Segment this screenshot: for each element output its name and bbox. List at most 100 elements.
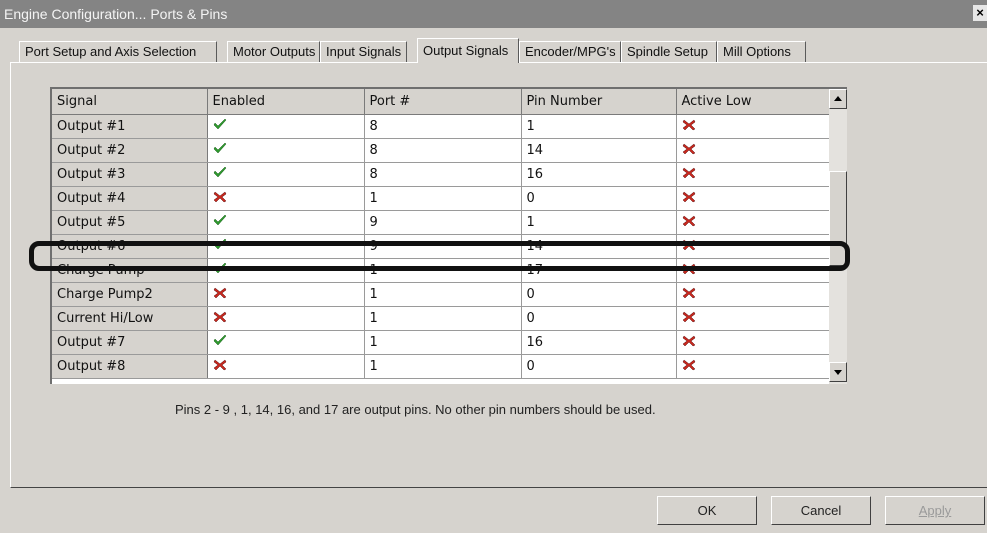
table-row[interactable]: Output #5 9 1 — [52, 210, 830, 235]
active-low-cell[interactable] — [676, 306, 830, 331]
signal-name-cell: Output #6 — [52, 234, 208, 259]
signal-table: Signal Enabled Port # Pin Number Active … — [52, 89, 830, 379]
header-row: Signal Enabled Port # Pin Number Active … — [52, 89, 830, 115]
port-cell[interactable]: 8 — [364, 114, 522, 139]
port-cell[interactable]: 1 — [364, 306, 522, 331]
port-cell[interactable]: 1 — [364, 330, 522, 355]
pin-cell[interactable]: 17 — [521, 258, 677, 283]
red-x-icon — [682, 239, 696, 254]
port-cell[interactable]: 9 — [364, 234, 522, 259]
ok-button[interactable]: OK — [657, 496, 757, 525]
red-x-icon — [213, 359, 227, 374]
active-low-cell[interactable] — [676, 162, 830, 187]
cancel-button[interactable]: Cancel — [771, 496, 871, 525]
tab-port-setup[interactable]: Port Setup and Axis Selection — [19, 41, 217, 62]
port-cell[interactable]: 1 — [364, 186, 522, 211]
enabled-cell[interactable] — [207, 330, 365, 355]
enabled-cell[interactable] — [207, 354, 365, 379]
pin-cell[interactable]: 1 — [521, 114, 677, 139]
enabled-cell[interactable] — [207, 258, 365, 283]
vertical-scrollbar[interactable] — [829, 89, 847, 384]
active-low-cell[interactable] — [676, 282, 830, 307]
table-row[interactable]: Output #7 1 16 — [52, 330, 830, 355]
signal-name-cell: Charge Pump2 — [52, 282, 208, 307]
col-header-active-low[interactable]: Active Low — [676, 89, 830, 115]
pin-usage-note: Pins 2 - 9 , 1, 14, 16, and 17 are outpu… — [175, 402, 656, 417]
pin-cell[interactable]: 0 — [521, 354, 677, 379]
col-header-signal[interactable]: Signal — [52, 89, 208, 115]
active-low-cell[interactable] — [676, 330, 830, 355]
table-row[interactable]: Output #8 1 0 — [52, 354, 830, 379]
scrollbar-thumb[interactable] — [829, 171, 847, 266]
active-low-cell[interactable] — [676, 210, 830, 235]
active-low-cell[interactable] — [676, 186, 830, 211]
green-check-icon — [213, 334, 227, 350]
green-check-icon — [213, 166, 227, 182]
table-row[interactable]: Charge Pump2 1 0 — [52, 282, 830, 307]
red-x-icon — [682, 287, 696, 302]
enabled-cell[interactable] — [207, 306, 365, 331]
red-x-icon — [213, 191, 227, 206]
active-low-cell[interactable] — [676, 114, 830, 139]
apply-button[interactable]: Apply — [885, 496, 985, 525]
title-bar: Engine Configuration... Ports & Pins × — [0, 0, 987, 28]
table-row[interactable]: Output #3 8 16 — [52, 162, 830, 187]
pin-cell[interactable]: 14 — [521, 138, 677, 163]
active-low-cell[interactable] — [676, 234, 830, 259]
port-cell[interactable]: 1 — [364, 258, 522, 283]
tab-motor-outputs[interactable]: Motor Outputs — [227, 41, 320, 62]
pin-cell[interactable]: 16 — [521, 162, 677, 187]
pin-cell[interactable]: 16 — [521, 330, 677, 355]
port-cell[interactable]: 1 — [364, 282, 522, 307]
red-x-icon — [682, 311, 696, 326]
table-row[interactable]: Output #6 9 14 — [52, 234, 830, 259]
red-x-icon — [682, 263, 696, 278]
enabled-cell[interactable] — [207, 114, 365, 139]
tab-spindle-setup[interactable]: Spindle Setup — [621, 41, 717, 62]
col-header-port[interactable]: Port # — [364, 89, 522, 115]
active-low-cell[interactable] — [676, 354, 830, 379]
tab-input-signals[interactable]: Input Signals — [320, 41, 407, 62]
active-low-cell[interactable] — [676, 138, 830, 163]
pin-cell[interactable]: 1 — [521, 210, 677, 235]
red-x-icon — [682, 167, 696, 182]
active-low-cell[interactable] — [676, 258, 830, 283]
red-x-icon — [682, 191, 696, 206]
port-cell[interactable]: 8 — [364, 162, 522, 187]
table-row[interactable]: Output #4 1 0 — [52, 186, 830, 211]
red-x-icon — [682, 215, 696, 230]
red-x-icon — [213, 287, 227, 302]
enabled-cell[interactable] — [207, 138, 365, 163]
enabled-cell[interactable] — [207, 210, 365, 235]
green-check-icon — [213, 142, 227, 158]
port-cell[interactable]: 8 — [364, 138, 522, 163]
close-icon[interactable]: × — [973, 5, 987, 21]
table-row[interactable]: Output #1 8 1 — [52, 114, 830, 139]
pin-cell[interactable]: 0 — [521, 282, 677, 307]
port-cell[interactable]: 1 — [364, 354, 522, 379]
green-check-icon — [213, 118, 227, 134]
table-row[interactable]: Output #2 8 14 — [52, 138, 830, 163]
arrow-down-icon[interactable] — [829, 362, 847, 382]
signal-name-cell: Output #8 — [52, 354, 208, 379]
pin-cell[interactable]: 0 — [521, 186, 677, 211]
col-header-enabled[interactable]: Enabled — [207, 89, 365, 115]
output-signals-grid[interactable]: Signal Enabled Port # Pin Number Active … — [50, 87, 847, 384]
arrow-up-icon[interactable] — [829, 89, 847, 109]
tab-mill-options[interactable]: Mill Options — [717, 41, 806, 62]
tab-encoder-mpg[interactable]: Encoder/MPG's — [519, 41, 621, 62]
enabled-cell[interactable] — [207, 282, 365, 307]
red-x-icon — [682, 143, 696, 158]
signal-name-cell: Output #7 — [52, 330, 208, 355]
enabled-cell[interactable] — [207, 186, 365, 211]
table-row[interactable]: Current Hi/Low 1 0 — [52, 306, 830, 331]
port-cell[interactable]: 9 — [364, 210, 522, 235]
pin-cell[interactable]: 14 — [521, 234, 677, 259]
col-header-pin[interactable]: Pin Number — [521, 89, 677, 115]
enabled-cell[interactable] — [207, 234, 365, 259]
pin-cell[interactable]: 0 — [521, 306, 677, 331]
enabled-cell[interactable] — [207, 162, 365, 187]
signal-name-cell: Output #4 — [52, 186, 208, 211]
tab-output-signals[interactable]: Output Signals — [417, 38, 519, 63]
table-row[interactable]: Charge Pump 1 17 — [52, 258, 830, 283]
